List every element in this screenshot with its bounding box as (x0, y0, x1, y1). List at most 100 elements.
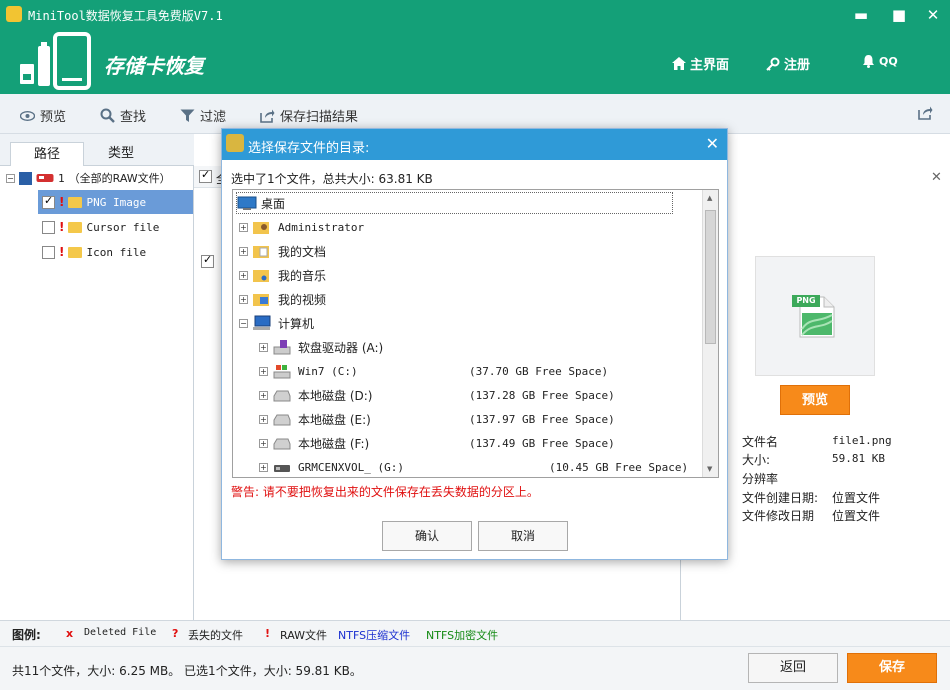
info-value-modified: 位置文件 (832, 509, 881, 523)
home-icon (672, 57, 686, 70)
export-right-button[interactable] (918, 106, 933, 120)
tree-root-label: （全部的RAW文件） (68, 172, 171, 185)
dir-row-drive-c[interactable]: + Win7 (C:) (37.70 GB Free Space) (259, 359, 699, 383)
tree-item-icon[interactable]: ! Icon file (42, 240, 192, 264)
nav-register-label: 注册 (784, 58, 811, 73)
music-folder-icon (253, 270, 269, 282)
tab-path[interactable]: 路径 (10, 142, 84, 166)
maximize-button[interactable]: ■ (888, 4, 910, 26)
dir-label: 计算机 (278, 316, 315, 331)
dir-row-videos[interactable]: + 我的视频 (239, 287, 679, 311)
dir-row-drive-e[interactable]: + 本地磁盘 (E:) (137.97 GB Free Space) (259, 407, 699, 431)
dir-label: 软盘驱动器 (A:) (298, 340, 384, 355)
dir-label: 桌面 (261, 196, 286, 211)
dir-row-administrator[interactable]: + Administrator (239, 215, 679, 239)
dir-label: GRMCENXVOL_ (G:) (298, 460, 404, 474)
file-row-checkbox[interactable] (201, 253, 214, 268)
preview-tool-button[interactable]: 预览 (20, 106, 66, 125)
legend-ntfs-compressed: NTFS压缩文件 (338, 629, 411, 642)
find-tool-button[interactable]: 查找 (100, 106, 146, 125)
title-bar: MiniTool数据恢复工具免费版V7.1 ▬ ■ ✕ (0, 0, 950, 30)
deleted-file-legend-icon: x (66, 627, 74, 640)
minimize-button[interactable]: ▬ (850, 4, 872, 26)
filter-tool-button[interactable]: 过滤 (180, 106, 226, 125)
dir-row-desktop[interactable]: 桌面 (236, 192, 673, 214)
app-name: 存储卡恢复 (104, 54, 204, 78)
free-space: (10.45 GB Free Space) (549, 460, 689, 474)
expand-icon[interactable]: + (239, 270, 248, 280)
vertical-scrollbar[interactable]: ▲ ▼ (702, 190, 718, 477)
eye-icon (20, 110, 35, 121)
expand-icon[interactable]: + (259, 390, 268, 400)
expand-icon[interactable]: + (259, 438, 268, 448)
expand-icon[interactable]: + (259, 342, 268, 352)
dir-row-drive-g[interactable]: + GRMCENXVOL_ (G:) (10.45 GB Free Space) (259, 455, 699, 477)
info-label-modified: 文件修改日期 (742, 509, 815, 523)
confirm-button[interactable]: 确认 (382, 521, 472, 551)
dir-label: 我的文档 (278, 244, 327, 259)
dialog-summary: 选中了1个文件，总共大小: 63.81 KB (231, 172, 433, 186)
status-bar: 共11个文件，大小: 6.25 MB。 已选1个文件，大小: 59.81 KB。… (0, 646, 950, 690)
dir-row-floppy[interactable]: + 软盘驱动器 (A:) (259, 335, 699, 359)
tree-item-cursor[interactable]: ! Cursor file (42, 215, 192, 239)
dir-label: 本地磁盘 (F:) (298, 436, 370, 451)
nav-qq[interactable]: QQ (862, 54, 898, 68)
dir-row-music[interactable]: + 我的音乐 (239, 263, 679, 287)
dir-row-documents[interactable]: + 我的文档 (239, 239, 679, 263)
export-icon (918, 106, 933, 120)
cancel-button[interactable]: 取消 (478, 521, 568, 551)
tree-item-cursor-checkbox[interactable] (42, 220, 55, 234)
close-window-button[interactable]: ✕ (922, 4, 944, 26)
scroll-thumb[interactable] (705, 210, 716, 344)
scroll-down-icon[interactable]: ▼ (707, 465, 712, 473)
free-space: (137.97 GB Free Space) (469, 412, 615, 426)
dir-row-drive-d[interactable]: + 本地磁盘 (D:) (137.28 GB Free Space) (259, 383, 699, 407)
find-tool-label: 查找 (120, 110, 147, 125)
view-tabs: 路径 类型 (0, 134, 194, 166)
dir-row-computer[interactable]: − 计算机 (239, 311, 679, 335)
videos-folder-icon (253, 294, 269, 306)
file-tree: − 1 （全部的RAW文件） ! PNG Image ! Cursor file… (0, 166, 194, 620)
nav-qq-label: QQ (879, 54, 898, 68)
close-preview-icon[interactable]: ✕ (931, 170, 942, 185)
save-button[interactable]: 保存 (847, 653, 937, 683)
select-all-checkbox[interactable] (199, 168, 212, 183)
tab-type[interactable]: 类型 (84, 142, 158, 166)
tree-item-png[interactable]: ! PNG Image (38, 190, 193, 214)
info-label-size: 大小: (742, 453, 771, 467)
dir-row-drive-f[interactable]: + 本地磁盘 (F:) (137.49 GB Free Space) (259, 431, 699, 455)
nav-home-label: 主界面 (690, 58, 730, 73)
dialog-close-button[interactable]: ✕ (706, 134, 719, 153)
info-label-created: 文件创建日期: (742, 491, 819, 505)
preview-tool-label: 预览 (40, 110, 67, 125)
floppy-drive-icon (273, 340, 291, 355)
tree-root[interactable]: − 1 （全部的RAW文件） (6, 166, 194, 190)
collapse-icon[interactable]: − (6, 173, 15, 183)
expand-icon[interactable]: + (259, 462, 268, 472)
hard-drive-icon (273, 390, 291, 402)
scroll-up-icon[interactable]: ▲ (707, 194, 712, 202)
dialog-title: 选择保存文件的目录: (248, 141, 370, 156)
tree-item-icon-checkbox[interactable] (42, 245, 55, 259)
raw-file-legend-icon: ! (265, 627, 271, 640)
nav-register[interactable]: 注册 (766, 54, 810, 73)
user-folder-icon (253, 222, 269, 234)
return-button[interactable]: 返回 (748, 653, 838, 683)
tree-root-checkbox[interactable] (19, 171, 32, 185)
save-scan-button[interactable]: 保存扫描结果 (260, 106, 358, 125)
window-title: MiniTool数据恢复工具免费版V7.1 (28, 9, 223, 23)
filter-icon (180, 109, 195, 122)
collapse-icon[interactable]: − (239, 318, 248, 328)
expand-icon[interactable]: + (259, 366, 268, 376)
expand-icon[interactable]: + (259, 414, 268, 424)
preview-button[interactable]: 预览 (780, 385, 850, 415)
nav-home[interactable]: 主界面 (672, 54, 729, 73)
expand-icon[interactable]: + (239, 294, 248, 304)
tree-item-png-checkbox[interactable] (42, 194, 55, 209)
raw-file-icon: ! (59, 220, 65, 234)
documents-folder-icon (253, 246, 269, 258)
legend-bar: 图例: x Deleted File ? 丢失的文件 ! RAW文件 NTFS压… (0, 620, 950, 646)
expand-icon[interactable]: + (239, 222, 248, 232)
free-space: (37.70 GB Free Space) (469, 364, 609, 378)
expand-icon[interactable]: + (239, 246, 248, 256)
